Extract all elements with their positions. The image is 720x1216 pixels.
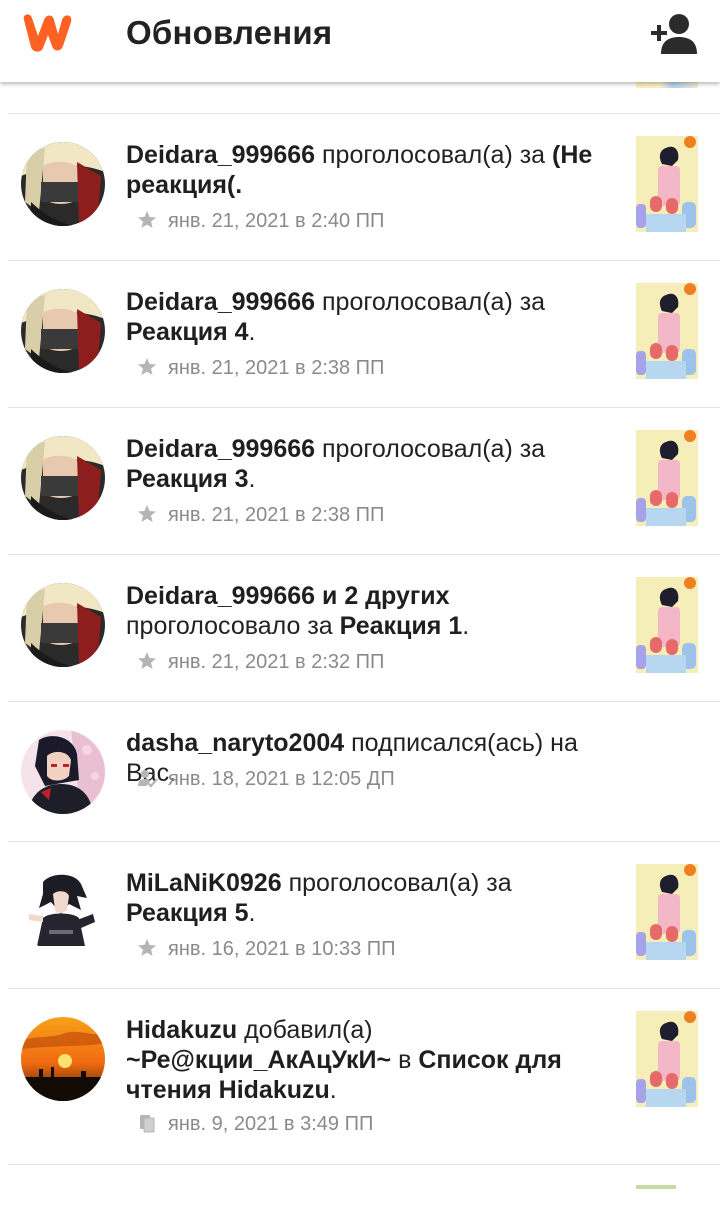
wattpad-logo-icon[interactable] <box>18 10 78 56</box>
star-icon <box>136 503 158 525</box>
notification-text: Deidara_999666 проголосовал(а) за (Не ре… <box>126 140 626 200</box>
story-cover[interactable] <box>636 577 698 673</box>
action-text: проголосовал(а) за <box>322 435 546 463</box>
star-icon <box>136 650 158 672</box>
notification-meta: янв. 21, 2021 в 2:32 ПП <box>136 649 384 675</box>
story-link[interactable]: Реакция 4 <box>126 318 249 346</box>
punctuation: . <box>248 318 256 346</box>
top-bar: Обновления <box>0 0 720 82</box>
notification-item[interactable]: Hidakuzu добавил(а) ~Ре@кции_АкАцУкИ~ в … <box>8 989 720 1165</box>
notification-text: Deidara_999666 проголосовал(а) за Реакци… <box>126 287 626 347</box>
notification-meta: янв. 18, 2021 в 12:05 ДП <box>136 766 395 792</box>
notification-item[interactable]: dasha_naryto2004 подписался(ась) на Вас.… <box>8 702 720 842</box>
app-screen: Обновления Deidara_999666 проголосовал(а… <box>0 0 720 1216</box>
notification-text: Hidakuzu добавил(а) ~Ре@кции_АкАцУкИ~ в … <box>126 1015 626 1105</box>
username-link[interactable]: dasha_naryto2004 <box>126 729 344 757</box>
avatar[interactable] <box>21 730 105 814</box>
timestamp: янв. 16, 2021 в 10:33 ПП <box>168 938 396 960</box>
list-item-partial <box>8 76 720 114</box>
timestamp: янв. 21, 2021 в 2:38 ПП <box>168 357 385 379</box>
notification-item[interactable]: Deidara_999666 и 2 других проголосовало … <box>8 555 720 702</box>
notification-text: MiLaNiK0926 проголосовал(а) за Реакция 5… <box>126 868 626 928</box>
avatar[interactable] <box>21 870 105 954</box>
avatar[interactable] <box>21 583 105 667</box>
story-cover-partial <box>636 1185 676 1189</box>
username-link[interactable]: Hidakuzu <box>126 1016 237 1044</box>
notification-meta: янв. 16, 2021 в 10:33 ПП <box>136 936 396 962</box>
avatar[interactable] <box>21 1017 105 1101</box>
story-link[interactable]: Реакция 1 <box>340 612 463 640</box>
action-text: проголосовал(а) за <box>288 869 512 897</box>
punctuation: . <box>248 465 256 493</box>
story-cover[interactable] <box>636 283 698 379</box>
username-link[interactable]: MiLaNiK0926 <box>126 869 282 897</box>
action-text: проголосовал(а) за <box>322 141 546 169</box>
star-icon <box>136 209 158 231</box>
notifications-feed[interactable]: Deidara_999666 проголосовал(а) за (Не ре… <box>0 76 720 1205</box>
username-link[interactable]: Deidara_999666 <box>126 435 315 463</box>
story-cover[interactable] <box>636 1011 698 1107</box>
add-user-icon[interactable] <box>648 12 700 56</box>
username-link[interactable]: Deidara_999666 <box>126 141 315 169</box>
timestamp: янв. 21, 2021 в 2:32 ПП <box>168 651 385 673</box>
punctuation: . <box>329 1076 337 1104</box>
notification-item[interactable]: Deidara_999666 проголосовал(а) за (Не ре… <box>8 114 720 261</box>
story-cover[interactable] <box>636 430 698 526</box>
username-link[interactable]: Deidara_999666 <box>126 582 315 610</box>
username-link[interactable]: Deidara_999666 <box>126 288 315 316</box>
action-text: проголосовало за <box>126 612 333 640</box>
follow-icon <box>136 767 158 789</box>
notification-meta: янв. 21, 2021 в 2:40 ПП <box>136 208 384 234</box>
page-title: Обновления <box>126 14 333 51</box>
avatar[interactable] <box>21 142 105 226</box>
punctuation: . <box>462 612 470 640</box>
avatar[interactable] <box>21 436 105 520</box>
star-icon <box>136 356 158 378</box>
notification-meta: янв. 21, 2021 в 2:38 ПП <box>136 502 384 528</box>
punctuation: . <box>248 899 256 927</box>
notification-item[interactable]: Deidara_999666 проголосовал(а) за Реакци… <box>8 408 720 555</box>
star-icon <box>136 937 158 959</box>
timestamp: янв. 21, 2021 в 2:40 ПП <box>168 210 385 232</box>
connector-text: и <box>322 582 338 610</box>
notification-item[interactable]: MiLaNiK0926 проголосовал(а) за Реакция 5… <box>8 842 720 989</box>
story-link[interactable]: ~Ре@кции_АкАцУкИ~ <box>126 1046 391 1074</box>
notification-meta: янв. 21, 2021 в 2:38 ПП <box>136 355 384 381</box>
story-link[interactable]: Реакция 5 <box>126 899 249 927</box>
action-text: добавил(а) <box>244 1016 373 1044</box>
connector-text: в <box>398 1046 412 1074</box>
story-link[interactable]: Реакция 3 <box>126 465 249 493</box>
story-cover[interactable] <box>636 136 698 232</box>
library-icon <box>136 1112 158 1134</box>
timestamp: янв. 9, 2021 в 3:49 ПП <box>168 1113 374 1135</box>
avatar[interactable] <box>21 289 105 373</box>
notification-text: Deidara_999666 проголосовал(а) за Реакци… <box>126 434 626 494</box>
timestamp: янв. 21, 2021 в 2:38 ПП <box>168 504 385 526</box>
notification-meta: янв. 9, 2021 в 3:49 ПП <box>136 1111 373 1137</box>
action-text: проголосовал(а) за <box>322 288 546 316</box>
notification-item[interactable]: Deidara_999666 проголосовал(а) за Реакци… <box>8 261 720 408</box>
story-cover[interactable] <box>636 864 698 960</box>
list-item-partial <box>8 1165 720 1205</box>
others-link[interactable]: 2 других <box>344 582 449 610</box>
timestamp: янв. 18, 2021 в 12:05 ДП <box>168 768 395 790</box>
notification-text: Deidara_999666 и 2 других проголосовало … <box>126 581 626 641</box>
